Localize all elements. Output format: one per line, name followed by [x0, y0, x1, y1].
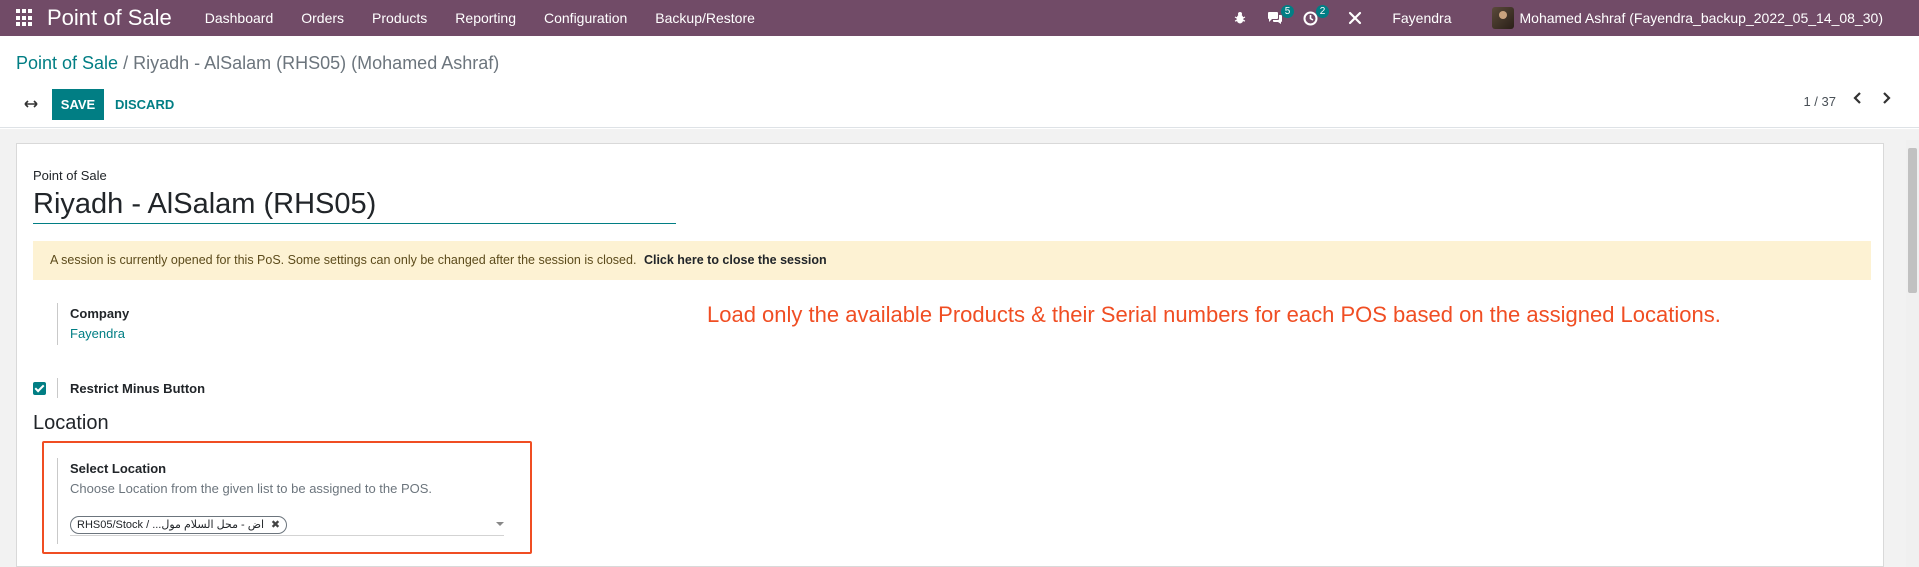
expand-icon[interactable]: [24, 96, 38, 114]
location-many2many-field[interactable]: RHS05/Stock / ...اض - محل السلام مول ✖: [70, 514, 504, 536]
session-alert: A session is currently opened for this P…: [33, 241, 1871, 280]
discard-button[interactable]: DISCARD: [115, 89, 174, 120]
field-divider: [57, 303, 58, 345]
pos-name-label: Point of Sale: [33, 168, 107, 183]
location-highlight-box: [42, 441, 532, 554]
messages-badge: 5: [1280, 5, 1295, 18]
apps-grid-icon[interactable]: [16, 9, 34, 27]
company-switcher[interactable]: Fayendra: [1392, 10, 1451, 26]
menu-reporting[interactable]: Reporting: [444, 0, 527, 36]
close-session-link[interactable]: Click here to close the session: [644, 253, 827, 267]
scrollbar-thumb[interactable]: [1908, 148, 1917, 293]
top-navbar: Point of Sale Dashboard Orders Products …: [0, 0, 1919, 36]
restrict-minus-checkbox[interactable]: [33, 382, 46, 395]
menu-configuration[interactable]: Configuration: [533, 0, 638, 36]
select-location-help: Choose Location from the given list to b…: [70, 481, 433, 496]
menu-orders[interactable]: Orders: [290, 0, 355, 36]
company-value-link[interactable]: Fayendra: [70, 326, 125, 341]
location-section-title: Location: [33, 412, 109, 434]
menu-dashboard[interactable]: Dashboard: [194, 0, 285, 36]
pager-value[interactable]: 1 / 37: [1803, 94, 1836, 109]
chevron-right-icon[interactable]: [1877, 91, 1895, 111]
location-tag: RHS05/Stock / ...اض - محل السلام مول ✖: [70, 516, 288, 534]
app-brand[interactable]: Point of Sale: [47, 5, 172, 31]
navbar-systray: 5 2 Fayendra Mohamed Ashraf (Fayendra_ba…: [1233, 0, 1919, 36]
bug-icon[interactable]: [1233, 11, 1247, 25]
field-divider: [57, 458, 58, 544]
remove-tag-icon[interactable]: ✖: [271, 517, 280, 533]
breadcrumb-current: Riyadh - AlSalam (RHS05) (Mohamed Ashraf…: [133, 53, 500, 73]
menu-backup-restore[interactable]: Backup/Restore: [644, 0, 766, 36]
user-name: Mohamed Ashraf (Fayendra_backup_2022_05_…: [1519, 10, 1884, 26]
breadcrumb-separator: /: [118, 53, 134, 73]
field-divider: [57, 378, 58, 398]
restrict-minus-label: Restrict Minus Button: [70, 381, 206, 396]
activity-badge: 2: [1315, 4, 1330, 18]
dropdown-caret-icon[interactable]: [496, 522, 504, 526]
pos-name-input[interactable]: [33, 186, 676, 224]
company-label: Company: [70, 306, 130, 321]
chat-icon[interactable]: 5: [1267, 5, 1295, 25]
breadcrumb-root-link[interactable]: Point of Sale: [16, 53, 118, 73]
alert-text: A session is currently opened for this P…: [50, 253, 637, 267]
clock-icon[interactable]: 2: [1303, 4, 1330, 26]
save-button[interactable]: SAVE: [52, 89, 104, 120]
select-location-label: Select Location: [70, 461, 167, 476]
feature-annotation: Load only the available Products & their…: [707, 302, 1721, 327]
avatar: [1491, 7, 1514, 29]
tools-icon[interactable]: [1348, 11, 1362, 25]
control-panel: Point of Sale / Riyadh - AlSalam (RHS05)…: [0, 36, 1919, 128]
location-tag-label: RHS05/Stock / ...اض - محل السلام مول: [77, 519, 265, 531]
menu-products[interactable]: Products: [361, 0, 438, 36]
chevron-left-icon[interactable]: [1849, 91, 1867, 111]
breadcrumb: Point of Sale / Riyadh - AlSalam (RHS05)…: [16, 53, 499, 74]
user-menu[interactable]: Mohamed Ashraf (Fayendra_backup_2022_05_…: [1491, 7, 1884, 29]
